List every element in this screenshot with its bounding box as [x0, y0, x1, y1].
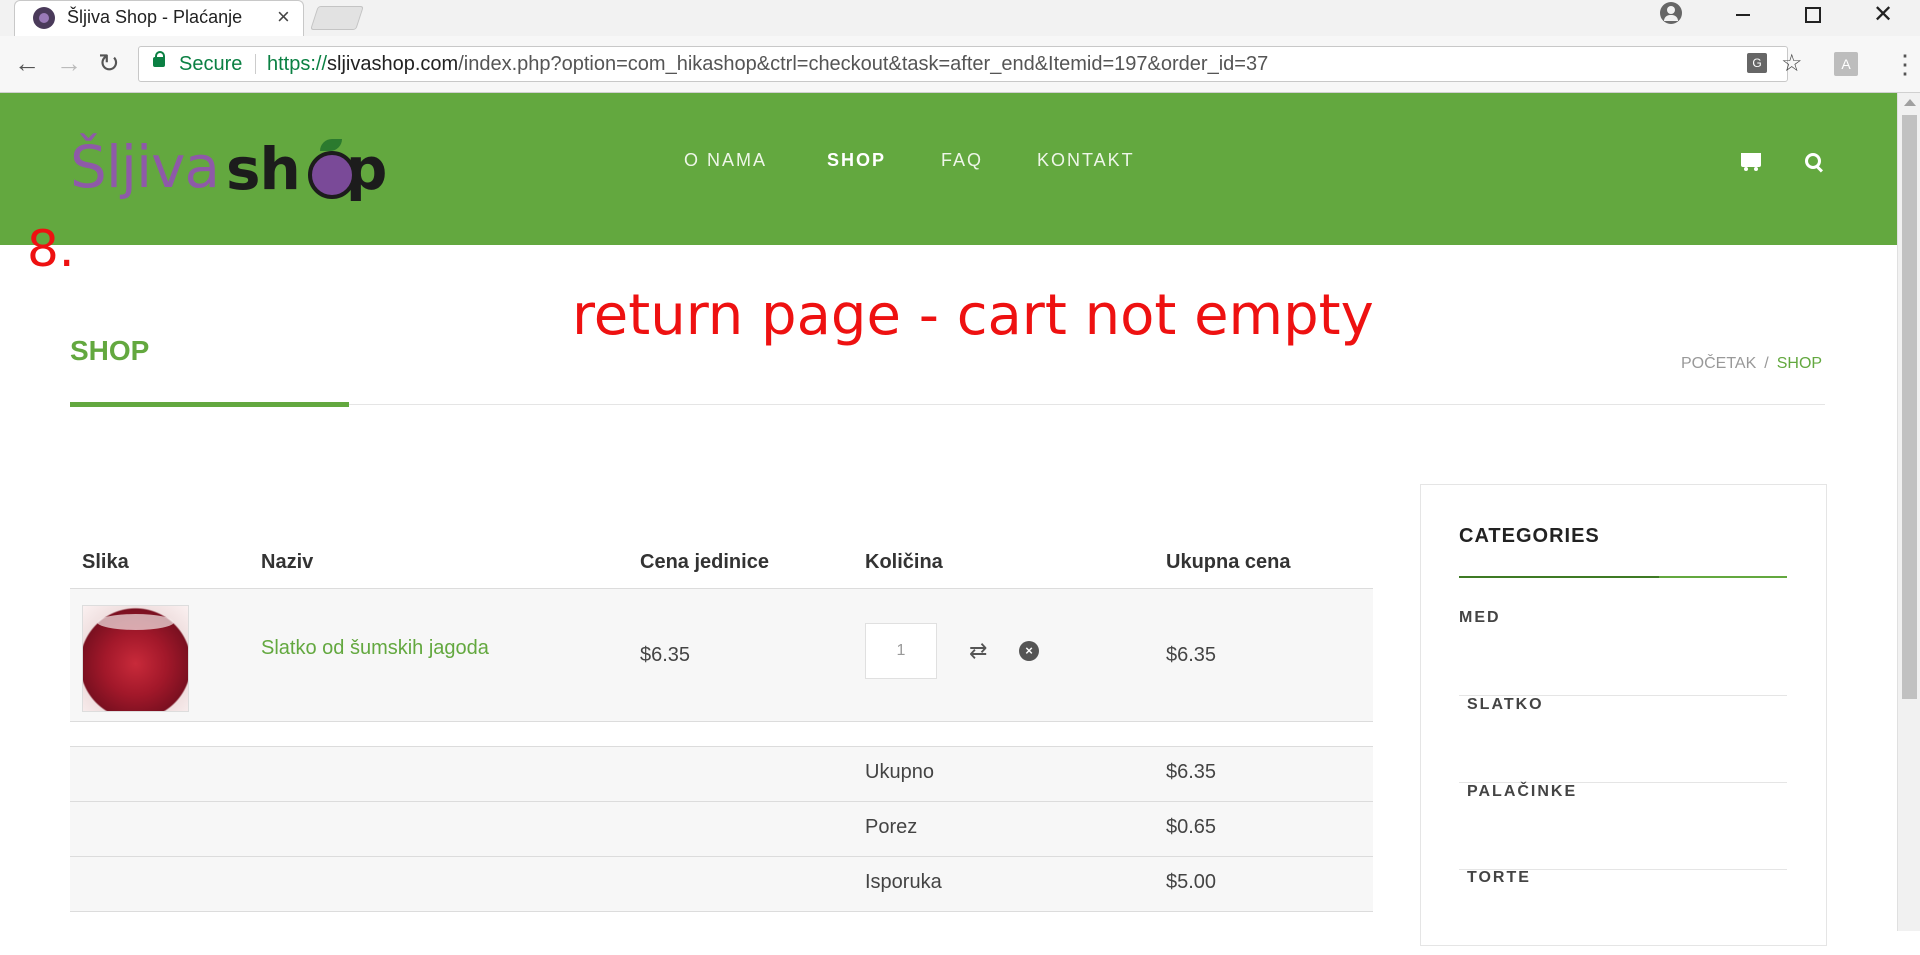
secure-label: Secure	[179, 53, 243, 75]
quantity-input[interactable]	[865, 623, 937, 679]
step-number-annotation: 8.	[27, 220, 75, 278]
annotation-note: return page - cart not empty	[572, 283, 1374, 348]
site-favicon-icon	[33, 7, 55, 29]
nav-item-kontakt[interactable]: KONTAKT	[1037, 150, 1135, 171]
browser-tab[interactable]: Šljiva Shop - Plaćanje ×	[14, 0, 304, 36]
summary-label: Porez	[865, 816, 918, 838]
summary-value: $0.65	[1166, 816, 1217, 838]
line-total: $6.35	[1166, 644, 1217, 666]
product-name-link[interactable]: Slatko od šumskih jagoda	[261, 637, 489, 660]
scroll-up-arrow-icon[interactable]	[1904, 99, 1916, 106]
scrollbar-thumb[interactable]	[1902, 115, 1917, 699]
summary-value: $6.35	[1166, 761, 1217, 783]
cart-wheel	[1754, 167, 1758, 171]
new-tab-button[interactable]	[310, 6, 364, 30]
summary-label: Isporuka	[865, 871, 942, 893]
url-path: /index.php?option=com_hikashop&ctrl=chec…	[458, 53, 1269, 75]
remove-item-icon[interactable]: ×	[1019, 641, 1039, 661]
browser-tab-bar: Šljiva Shop - Plaćanje × ✕	[0, 0, 1920, 36]
summary-label: Ukupno	[865, 761, 934, 783]
pdf-extension-icon[interactable]: A	[1834, 52, 1858, 76]
nav-item-faq[interactable]: FAQ	[941, 150, 983, 171]
account-icon[interactable]	[1660, 2, 1682, 24]
site-header: Šljiva sh p O NAMA SHOP FAQ KONTAKT	[0, 93, 1897, 245]
search-handle	[1815, 165, 1824, 173]
breadcrumb: POČETAK / SHOP	[1681, 355, 1822, 373]
category-item-torte[interactable]: TORTE	[1459, 869, 1787, 955]
title-accent-bar	[70, 402, 349, 407]
category-label: TORTE	[1467, 869, 1531, 886]
col-header-quantity: Količina	[865, 551, 943, 573]
unit-price: $6.35	[640, 644, 691, 666]
cart-basket	[1741, 153, 1761, 167]
back-arrow-icon[interactable]: ←	[14, 48, 40, 79]
sidebar-title: CATEGORIES	[1459, 525, 1600, 547]
search-icon[interactable]	[1805, 153, 1824, 173]
logo-shop-start: sh	[226, 135, 301, 203]
breadcrumb-home[interactable]: POČETAK	[1681, 355, 1756, 372]
logo-text-sljiva: Šljiva	[70, 133, 220, 201]
page-title: SHOP	[70, 335, 150, 366]
col-header-total: Ukupna cena	[1166, 551, 1291, 573]
cart-wheel	[1744, 167, 1748, 171]
category-label: PALAČINKE	[1467, 783, 1578, 800]
logo-text-shop: sh p	[226, 135, 387, 203]
minimize-button[interactable]	[1720, 0, 1766, 30]
tab-title: Šljiva Shop - Plaćanje	[67, 7, 243, 27]
plum-logo-icon	[308, 139, 356, 199]
tab-close-icon[interactable]: ×	[277, 4, 290, 30]
forward-arrow-icon[interactable]: →	[56, 48, 82, 79]
category-label: SLATKO	[1467, 696, 1544, 713]
nav-item-shop[interactable]: SHOP	[827, 150, 886, 171]
reload-icon[interactable]: ↻	[98, 48, 120, 79]
restore-button[interactable]	[1790, 0, 1836, 30]
summary-row-subtotal: Ukupno $6.35	[70, 747, 1373, 802]
product-image[interactable]	[82, 605, 189, 712]
category-item-palacinke[interactable]: PALAČINKE	[1459, 783, 1787, 870]
sidebar-title-underline-accent	[1459, 576, 1659, 578]
browser-menu-icon[interactable]: ⋮	[1892, 51, 1918, 77]
translate-icon[interactable]: G	[1747, 53, 1767, 73]
breadcrumb-current: SHOP	[1776, 355, 1823, 372]
url-host: sljivashop.com	[327, 53, 459, 75]
category-item-med[interactable]: MED	[1459, 609, 1787, 696]
summary-value: $5.00	[1166, 871, 1217, 893]
site-logo[interactable]: Šljiva sh p	[70, 133, 390, 213]
cart-icon[interactable]	[1741, 153, 1761, 171]
browser-toolbar: ← → ↻ Secure https://sljivashop.com/inde…	[0, 36, 1920, 93]
address-bar[interactable]: Secure https://sljivashop.com/index.php?…	[138, 46, 1803, 82]
lock-icon	[153, 51, 165, 67]
category-item-slatko[interactable]: SLATKO	[1459, 696, 1787, 783]
url-text[interactable]: https://sljivashop.com/index.php?option=…	[267, 53, 1268, 76]
breadcrumb-separator: /	[1764, 355, 1769, 372]
col-header-name: Naziv	[261, 551, 314, 573]
category-label: MED	[1459, 609, 1501, 626]
col-header-image: Slika	[82, 551, 129, 573]
bookmark-star-icon[interactable]: ☆	[1781, 49, 1803, 78]
nav-item-o-nama[interactable]: O NAMA	[684, 150, 767, 171]
page-scrollbar[interactable]	[1897, 93, 1920, 931]
table-row: Slatko od šumskih jagoda $6.35 ⇄ × $6.35	[70, 589, 1373, 722]
col-header-unit-price: Cena jedinice	[640, 551, 769, 573]
url-protocol: https://	[267, 53, 328, 75]
update-quantity-icon[interactable]: ⇄	[969, 640, 987, 662]
summary-row-shipping: Isporuka $5.00	[70, 857, 1373, 912]
categories-sidebar: CATEGORIES MED SLATKO PALAČINKE TORTE	[1420, 484, 1827, 946]
summary-row-tax: Porez $0.65	[70, 802, 1373, 857]
close-window-button[interactable]: ✕	[1860, 0, 1906, 30]
address-separator	[255, 54, 256, 74]
